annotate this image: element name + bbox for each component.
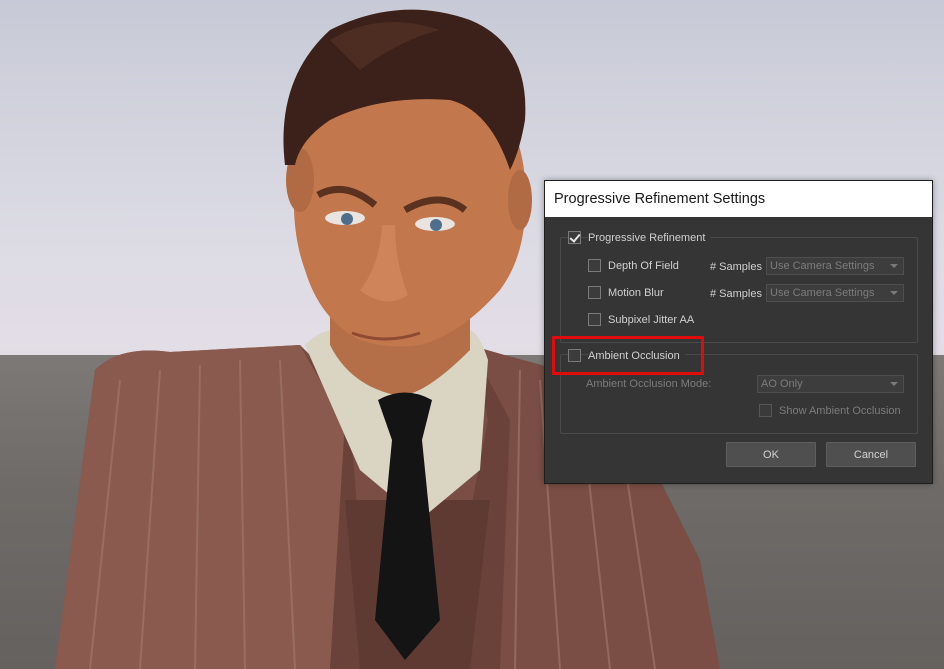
subpixel-jitter-label: Subpixel Jitter AA: [608, 313, 695, 326]
chevron-down-icon: [890, 382, 898, 386]
ok-button[interactable]: OK: [726, 442, 816, 467]
chevron-down-icon: [890, 291, 898, 295]
show-ao-checkbox[interactable]: [759, 404, 772, 417]
depth-of-field-label: Depth Of Field: [608, 259, 679, 272]
dialog-title: Progressive Refinement Settings: [554, 191, 766, 207]
ambient-occlusion-toggle[interactable]: Ambient Occlusion: [568, 349, 685, 362]
subpixel-jitter-checkbox[interactable]: [588, 313, 601, 326]
ambient-occlusion-checkbox[interactable]: [568, 349, 581, 362]
motion-blur-samples-select[interactable]: Use Camera Settings: [766, 284, 904, 302]
depth-of-field-toggle[interactable]: Depth Of Field: [588, 259, 679, 272]
show-ao-label: Show Ambient Occlusion: [779, 404, 901, 417]
depth-of-field-samples-label: # Samples: [710, 261, 762, 273]
progressive-refinement-dialog: Progressive Refinement Settings Progress…: [544, 180, 933, 484]
progressive-refinement-label: Progressive Refinement: [588, 231, 711, 244]
motion-blur-samples-label: # Samples: [710, 288, 762, 300]
motion-blur-checkbox[interactable]: [588, 286, 601, 299]
motion-blur-samples-value: Use Camera Settings: [770, 287, 875, 299]
depth-of-field-samples-value: Use Camera Settings: [770, 260, 875, 272]
ao-mode-label: Ambient Occlusion Mode:: [586, 378, 712, 390]
motion-blur-toggle[interactable]: Motion Blur: [588, 286, 664, 299]
cancel-button[interactable]: Cancel: [826, 442, 916, 467]
depth-of-field-samples-select[interactable]: Use Camera Settings: [766, 257, 904, 275]
motion-blur-label: Motion Blur: [608, 286, 664, 299]
subpixel-jitter-toggle[interactable]: Subpixel Jitter AA: [588, 313, 694, 326]
depth-of-field-checkbox[interactable]: [588, 259, 601, 272]
progressive-refinement-checkbox[interactable]: [568, 231, 581, 244]
ao-mode-select[interactable]: AO Only: [757, 375, 904, 393]
chevron-down-icon: [890, 264, 898, 268]
ambient-occlusion-group: [560, 354, 918, 434]
ambient-occlusion-label: Ambient Occlusion: [588, 349, 685, 362]
dialog-title-bar[interactable]: Progressive Refinement Settings: [545, 181, 932, 217]
ao-mode-value: AO Only: [761, 378, 803, 390]
dialog-body: Progressive Refinement Depth Of Field # …: [545, 217, 932, 482]
show-ao-toggle[interactable]: Show Ambient Occlusion: [759, 404, 901, 417]
progressive-refinement-toggle[interactable]: Progressive Refinement: [568, 231, 711, 244]
